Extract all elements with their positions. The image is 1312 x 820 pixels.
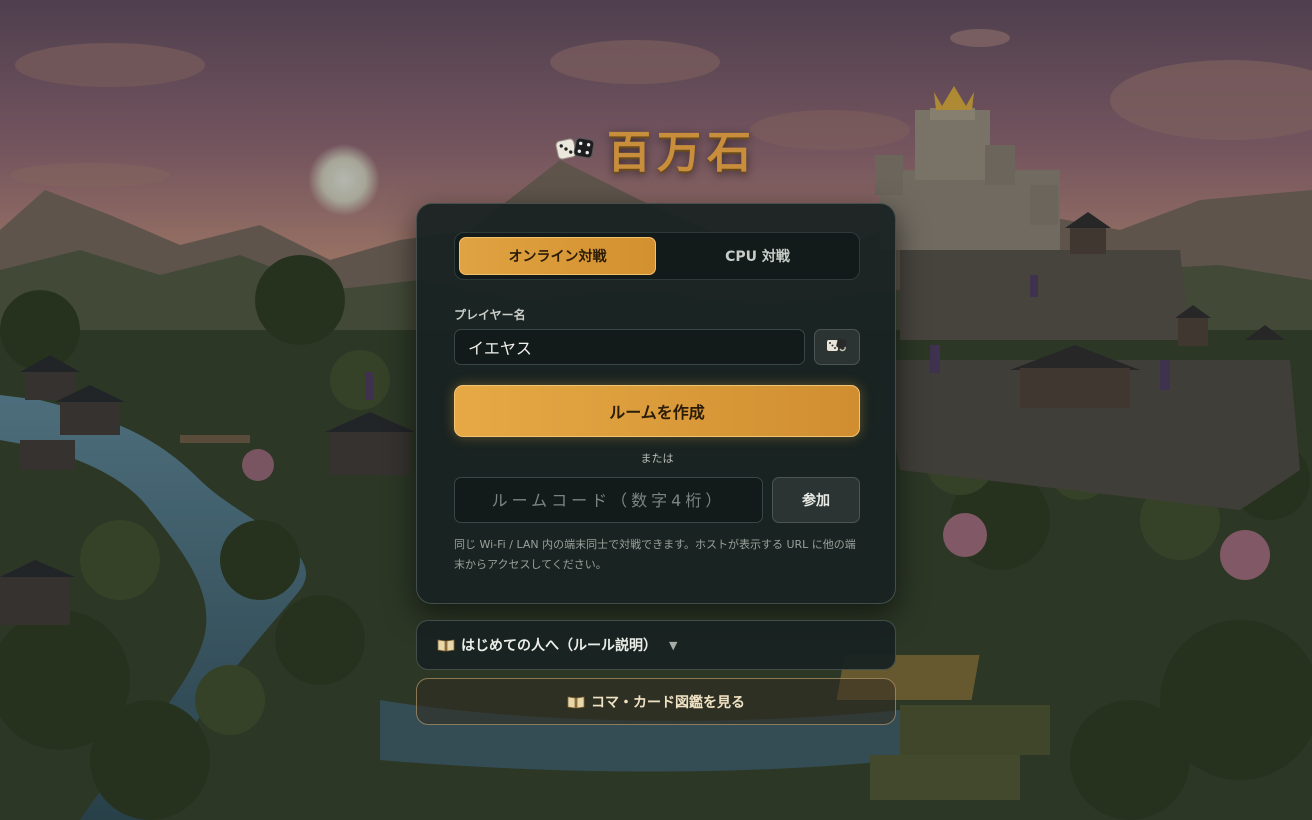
tab-online[interactable]: オンライン対戦 — [459, 237, 656, 275]
player-name-label: プレイヤー名 — [454, 308, 526, 322]
tab-cpu[interactable]: CPU 対戦 — [660, 237, 855, 275]
dice-icon — [555, 135, 595, 161]
join-button[interactable]: 参加 — [772, 477, 860, 523]
lobby-card: オンライン対戦 CPU 対戦 プレイヤー名 ルームを作成 または 参加 同じ W… — [416, 203, 896, 604]
app-title: 百万石 — [0, 116, 1312, 180]
player-name-input[interactable] — [454, 329, 805, 365]
create-room-button[interactable]: ルームを作成 — [454, 385, 860, 437]
dice-icon — [826, 337, 848, 357]
mode-switch: オンライン対戦 CPU 対戦 — [454, 232, 860, 280]
lan-note: 同じ Wi-Fi / LAN 内の端末同士で対戦できます。ホストが表示する UR… — [454, 538, 856, 571]
title-text: 百万石 — [607, 127, 757, 178]
catalog-button[interactable]: コマ・カード図鑑を見る — [416, 678, 896, 725]
rules-toggle[interactable]: はじめての人へ（ルール説明） ▼ — [416, 620, 896, 670]
catalog-button-label: コマ・カード図鑑を見る — [591, 694, 745, 711]
book-icon — [437, 638, 455, 652]
or-separator: または — [640, 452, 674, 465]
rules-toggle-label: はじめての人へ（ルール説明） — [461, 638, 657, 654]
chevron-down-icon: ▼ — [669, 638, 678, 652]
room-code-input[interactable] — [454, 477, 763, 523]
random-name-button[interactable] — [814, 329, 860, 365]
book-icon — [567, 695, 585, 709]
